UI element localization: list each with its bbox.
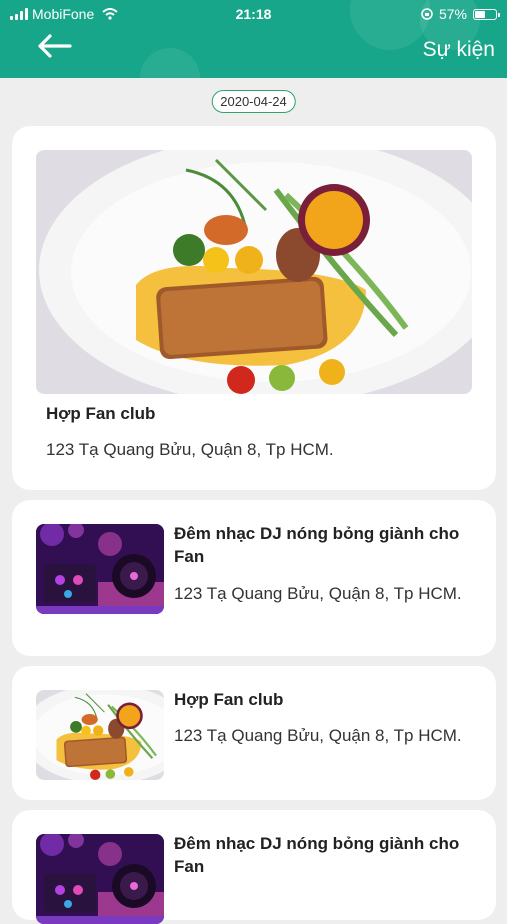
event-address: 123 Tạ Quang Bửu, Quận 8, Tp HCM. (174, 584, 462, 603)
event-card[interactable]: Đêm nhạc DJ nóng bỏng giành cho Fan (12, 810, 496, 920)
event-card[interactable]: Đêm nhạc DJ nóng bỏng giành cho Fan 123 … (12, 500, 496, 656)
status-bar: MobiFone 21:18 57% (0, 0, 507, 28)
battery-percent: 57% (438, 6, 467, 22)
event-address: 123 Tạ Quang Bửu, Quận 8, Tp HCM. (174, 726, 462, 745)
event-title: Hợp Fan club (46, 404, 156, 423)
event-card-featured[interactable]: Hợp Fan club 123 Tạ Quang Bửu, Quận 8, T… (12, 126, 496, 490)
battery-icon (473, 8, 500, 20)
event-thumbnail-dj (36, 834, 164, 924)
event-title: Đêm nhạc DJ nóng bỏng giành cho Fan (174, 834, 460, 876)
back-button[interactable] (36, 34, 80, 62)
event-image-salmon (36, 150, 472, 394)
page-title: Sự kiện (422, 38, 495, 61)
arrow-left-icon (38, 34, 72, 58)
event-address: 123 Tạ Quang Bửu, Quận 8, Tp HCM. (46, 440, 334, 459)
event-card[interactable]: Hợp Fan club 123 Tạ Quang Bửu, Quận 8, T… (12, 666, 496, 800)
date-badge: 2020-04-24 (211, 90, 296, 113)
orientation-lock-icon (421, 8, 433, 20)
event-title: Hợp Fan club (174, 690, 284, 709)
event-title: Đêm nhạc DJ nóng bỏng giành cho Fan (174, 524, 460, 566)
event-thumbnail-dj (36, 524, 164, 614)
app-header: MobiFone 21:18 57% Sự kiện (0, 0, 507, 78)
event-thumbnail-salmon (36, 690, 164, 780)
